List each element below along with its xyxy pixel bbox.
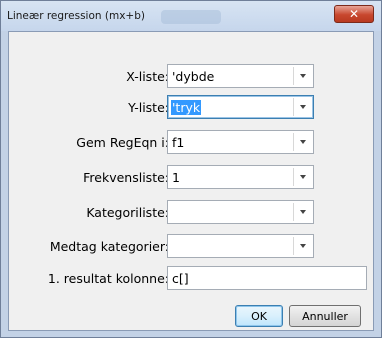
row-result-column: 1. resultat kolonne: c[] — [9, 266, 375, 290]
include-categories-label: Medtag kategorier: — [49, 239, 169, 254]
title-bar[interactable]: Lineær regression (mx+b) ✕ — [1, 1, 381, 31]
frequency-list-combo[interactable]: 1 — [167, 165, 314, 189]
dialog-body: X-liste: 'dybde Y-liste: 'tryk Gem RegEq… — [8, 31, 374, 331]
x-list-value: 'dybde — [172, 69, 215, 84]
chevron-down-icon[interactable] — [293, 237, 311, 255]
save-regeqn-value: f1 — [172, 135, 185, 150]
regression-dialog: Lineær regression (mx+b) ✕ X-liste: 'dyb… — [0, 0, 382, 338]
ok-button[interactable]: OK — [235, 305, 283, 327]
row-y-list: Y-liste: 'tryk — [9, 95, 375, 119]
result-column-label: 1. resultat kolonne: — [47, 271, 169, 286]
chevron-down-icon[interactable] — [293, 203, 311, 221]
close-button[interactable]: ✕ — [334, 5, 374, 23]
close-icon: ✕ — [348, 7, 360, 21]
y-list-value: 'tryk — [171, 100, 202, 115]
row-category-list: Kategoriliste: — [9, 200, 375, 224]
chevron-down-icon[interactable] — [293, 133, 311, 151]
row-include-categories: Medtag kategorier: — [9, 234, 375, 258]
result-column-value: c[] — [172, 271, 189, 286]
dialog-title: Lineær regression (mx+b) — [7, 10, 145, 22]
category-list-combo[interactable] — [167, 200, 314, 224]
chevron-down-icon[interactable] — [293, 67, 311, 85]
row-x-list: X-liste: 'dybde — [9, 64, 375, 88]
chevron-down-icon[interactable] — [293, 98, 311, 116]
x-list-combo[interactable]: 'dybde — [167, 64, 314, 88]
save-regeqn-label: Gem RegEqn i: — [76, 135, 169, 150]
cancel-button[interactable]: Annuller — [289, 305, 361, 327]
row-frequency-list: Frekvensliste: 1 — [9, 165, 375, 189]
row-save-regeqn: Gem RegEqn i: f1 — [9, 130, 375, 154]
save-regeqn-combo[interactable]: f1 — [167, 130, 314, 154]
background-window-ghost — [161, 10, 221, 24]
include-categories-combo[interactable] — [167, 234, 314, 258]
y-list-label: Y-liste: — [128, 100, 169, 115]
chevron-down-icon[interactable] — [293, 168, 311, 186]
frequency-list-label: Frekvensliste: — [83, 170, 169, 185]
frequency-list-value: 1 — [172, 170, 180, 185]
result-column-input[interactable]: c[] — [167, 266, 367, 290]
y-list-combo[interactable]: 'tryk — [167, 95, 314, 119]
category-list-label: Kategoriliste: — [86, 205, 169, 220]
x-list-label: X-liste: — [126, 69, 169, 84]
